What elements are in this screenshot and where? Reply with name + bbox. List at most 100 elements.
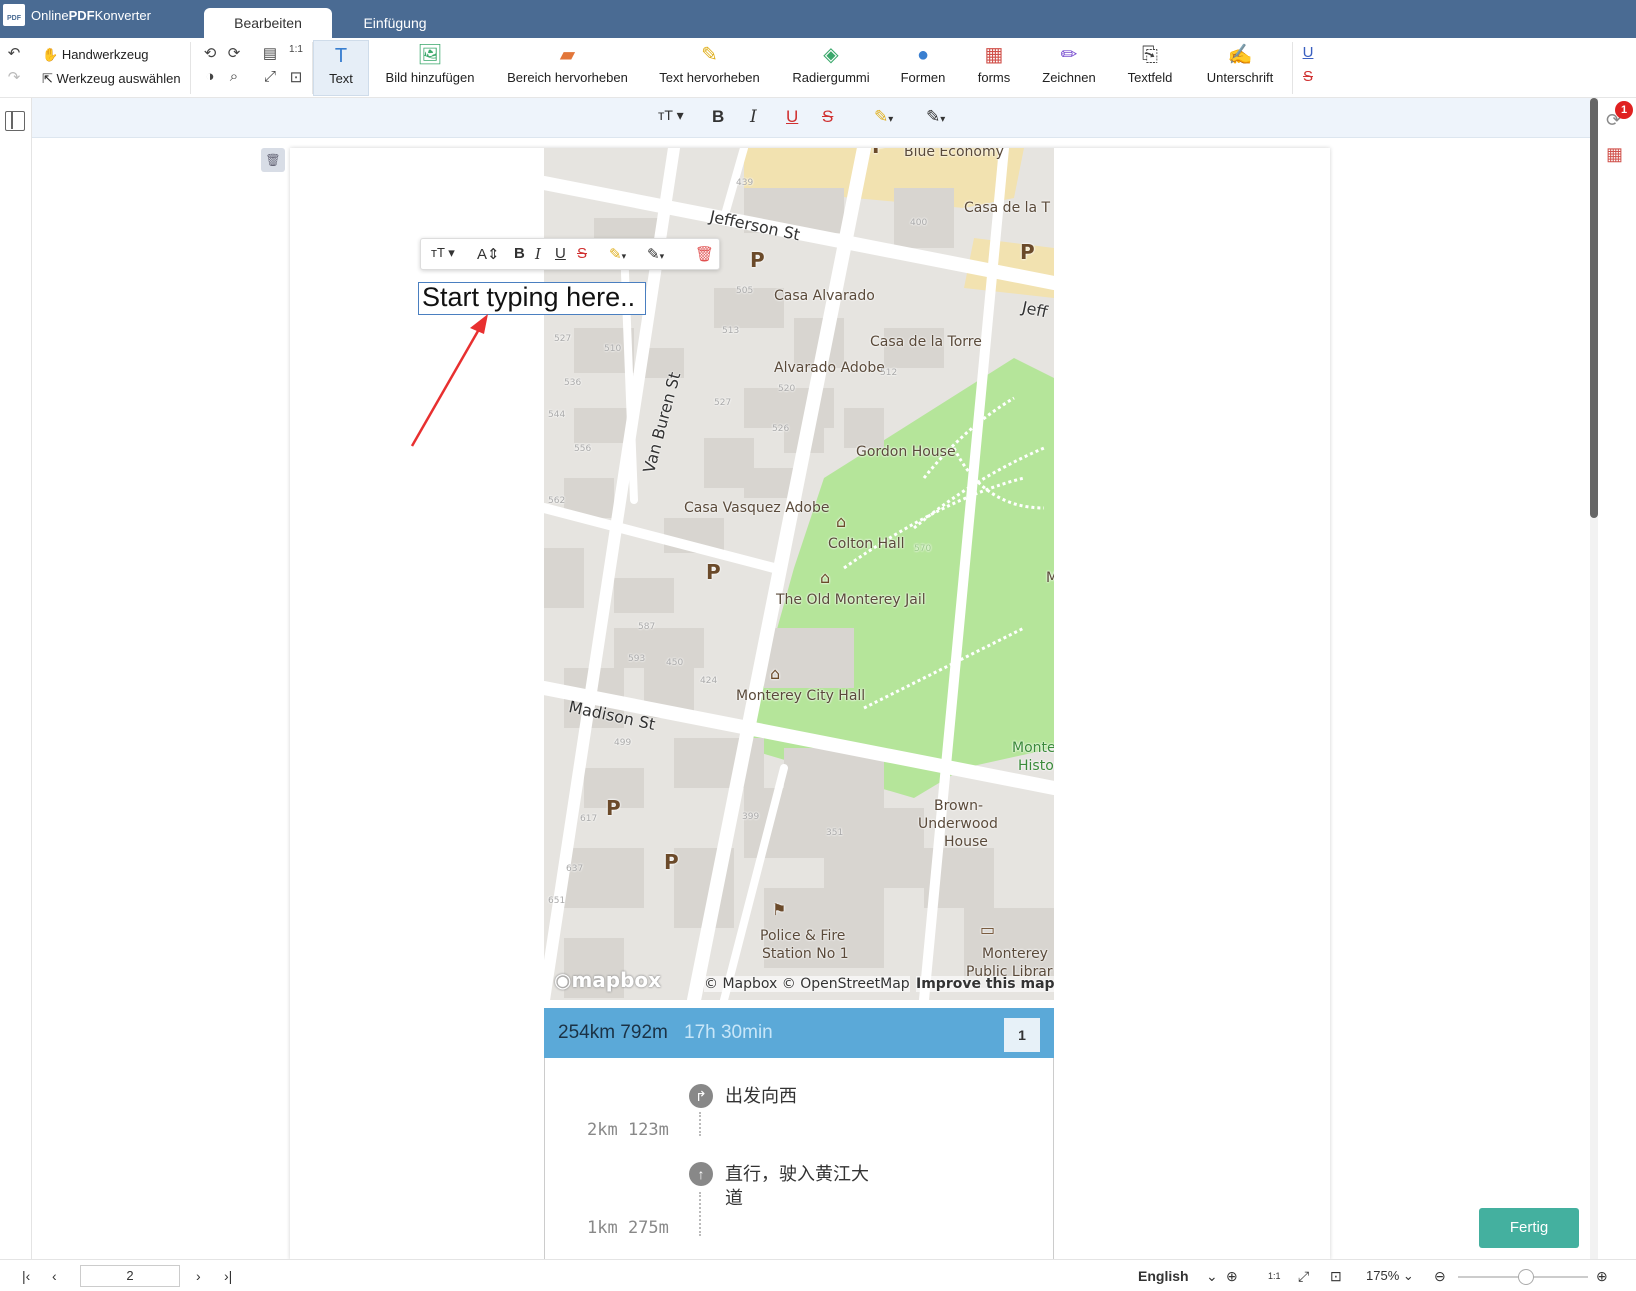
done-button[interactable]: Fertig bbox=[1479, 1208, 1579, 1248]
map-label-casa-de-la-torre: Casa de la Torre bbox=[870, 334, 982, 350]
delete-page-icon[interactable]: 🗑 bbox=[261, 148, 285, 172]
page-number-input[interactable]: 2 bbox=[80, 1265, 180, 1287]
tab-bearbeiten[interactable]: Bearbeiten bbox=[204, 8, 332, 38]
underline-icon[interactable]: U bbox=[1298, 44, 1318, 61]
zoom-in-icon[interactable]: ⊕ bbox=[1596, 1268, 1608, 1285]
parking-icon: P bbox=[664, 850, 679, 874]
map-label-blue-economy: Blue Economy bbox=[904, 148, 1004, 160]
hand-icon: ✋ bbox=[42, 47, 59, 62]
float-underline-button[interactable]: U bbox=[555, 245, 566, 262]
directions-list: ↱ 出发向西 2km 123m ↑ 直行，驶入黄江大 道 1km 275m bbox=[544, 1058, 1054, 1260]
area-highlight-tool[interactable]: ▰ Bereich hervorheben bbox=[500, 40, 635, 96]
float-font-size-button[interactable]: ᴛT ▾ bbox=[431, 245, 455, 261]
float-highlight-button[interactable]: ✎▾ bbox=[609, 245, 626, 263]
next-page-icon[interactable]: › bbox=[196, 1268, 201, 1284]
float-font-button[interactable]: A⇕ bbox=[477, 245, 500, 263]
underline-button[interactable]: U bbox=[786, 107, 798, 127]
float-italic-button[interactable]: I bbox=[535, 245, 541, 263]
language-select[interactable]: English bbox=[1138, 1268, 1189, 1284]
map-label-police-fire: Police & Fire bbox=[760, 928, 846, 944]
parking-icon: P bbox=[1020, 240, 1035, 264]
select-tool-button[interactable]: ⇱ Werkzeug auswählen bbox=[42, 71, 181, 87]
building-number: 450 bbox=[666, 658, 684, 668]
map-label-casa-vasquez-adobe: Casa Vasquez Adobe bbox=[684, 500, 830, 516]
tab-einfuegung[interactable]: Einfügung bbox=[340, 8, 450, 38]
map-attribution[interactable]: © Mapbox © OpenStreetMap bbox=[704, 976, 910, 992]
building-number: 570 bbox=[914, 544, 932, 554]
fire-station-icon: ⚑ bbox=[772, 900, 787, 919]
building-number: 513 bbox=[722, 326, 740, 336]
zoom-out-icon[interactable]: ⊖ bbox=[1434, 1268, 1446, 1285]
draw-tool[interactable]: ✏ Zeichnen bbox=[1038, 40, 1100, 96]
map-label-old-monterey-jail: The Old Monterey Jail bbox=[776, 592, 926, 608]
redo-icon[interactable]: ↷ bbox=[4, 68, 24, 86]
strikethrough-icon[interactable]: S bbox=[1298, 68, 1318, 85]
zoom-select[interactable]: 175% ⌄ bbox=[1366, 1268, 1414, 1284]
rotate-left-icon[interactable]: ⟲ bbox=[200, 44, 220, 62]
fit-width-icon[interactable]: ⤢ bbox=[1298, 1268, 1309, 1285]
text-tool[interactable]: T Text bbox=[313, 40, 369, 96]
strikethrough-button[interactable]: S bbox=[822, 107, 833, 127]
add-image-tool[interactable]: 🖼 Bild hinzufügen bbox=[380, 40, 480, 96]
float-strike-button[interactable]: S bbox=[577, 245, 587, 262]
rotate-right-icon[interactable]: ⟳ bbox=[224, 44, 244, 62]
signature-tool[interactable]: ✍ Unterschrift bbox=[1200, 40, 1280, 96]
map-label-histo: Histo bbox=[1018, 758, 1054, 774]
text-color-button[interactable]: ✎▾ bbox=[926, 107, 945, 127]
float-bold-button[interactable]: B bbox=[514, 245, 525, 262]
map-label-casa-alvarado: Casa Alvarado bbox=[774, 288, 875, 304]
forms-tool[interactable]: ▦ forms bbox=[968, 40, 1020, 96]
undo-icon[interactable]: ↶ bbox=[4, 44, 24, 62]
first-page-icon[interactable]: |‹ bbox=[22, 1268, 30, 1284]
italic-button[interactable]: I bbox=[750, 107, 757, 127]
float-text-color-button[interactable]: ✎▾ bbox=[647, 245, 664, 263]
text-color-icon: ✎ bbox=[647, 246, 660, 263]
forms-panel-icon[interactable]: ▦ bbox=[1606, 144, 1623, 165]
bold-button[interactable]: B bbox=[712, 107, 724, 127]
actual-size-icon[interactable]: 1:1 bbox=[1268, 1271, 1281, 1281]
step-instruction-cont: 道 bbox=[725, 1188, 743, 1209]
textfield-tool[interactable]: ⎘ Textfeld bbox=[1120, 40, 1180, 96]
notification-badge: 1 bbox=[1615, 101, 1633, 119]
fit-page-icon[interactable]: ⊡ bbox=[1330, 1268, 1342, 1285]
last-page-icon[interactable]: ›| bbox=[224, 1268, 232, 1284]
signature-icon: ✍ bbox=[1227, 44, 1253, 66]
actual-size-icon[interactable]: 1:1 bbox=[286, 44, 306, 55]
map-label-casa-de-la-t: Casa de la T bbox=[964, 200, 1051, 216]
sidebar-toggle-icon[interactable] bbox=[5, 111, 25, 131]
highlight-color-button[interactable]: ✎▾ bbox=[874, 107, 893, 127]
fit-page-icon[interactable]: ▤ bbox=[260, 44, 280, 62]
route-summary-bar: 254km 792m 17h 30min 1 bbox=[544, 1008, 1054, 1058]
building-number: 510 bbox=[604, 344, 622, 354]
area-highlight-icon: ▰ bbox=[559, 44, 576, 66]
map-label-monterey: Monterey bbox=[982, 946, 1048, 962]
language-dropdown-icon[interactable]: ⌄ bbox=[1206, 1268, 1218, 1285]
float-delete-icon[interactable]: 🗑 bbox=[695, 245, 714, 263]
shapes-tool[interactable]: ● Formen bbox=[895, 40, 951, 96]
fit-height-icon[interactable]: ⊡ bbox=[286, 68, 306, 86]
text-highlight-tool[interactable]: ✎ Text hervorheben bbox=[652, 40, 767, 96]
textfield-icon: ⎘ bbox=[1142, 44, 1158, 66]
building-number: 505 bbox=[736, 286, 754, 296]
font-size-button[interactable]: ᴛT ▾ bbox=[658, 107, 684, 124]
route-index-badge[interactable]: 1 bbox=[1004, 1018, 1040, 1052]
prev-page-icon[interactable]: ‹ bbox=[52, 1268, 57, 1284]
building-number: 617 bbox=[580, 814, 598, 824]
zoom-slider-knob[interactable] bbox=[1518, 1269, 1534, 1285]
building-number: 593 bbox=[628, 654, 646, 664]
search-icon[interactable]: ⌕ bbox=[224, 68, 244, 85]
building-number: 637 bbox=[566, 864, 584, 874]
improve-map-link[interactable]: Improve this map bbox=[916, 976, 1054, 992]
scrollbar-thumb[interactable] bbox=[1590, 98, 1598, 518]
text-box-icon: T bbox=[334, 45, 348, 67]
fit-width-icon[interactable]: ⤢ bbox=[260, 68, 280, 85]
title-bar: PDF OnlinePDFKonverter Bearbeiten Einfüg… bbox=[0, 0, 1636, 38]
contrast-icon[interactable]: ◑ bbox=[200, 68, 220, 85]
globe-icon[interactable]: ⊕ bbox=[1226, 1268, 1238, 1285]
text-format-popover: ᴛT ▾ A⇕ B I U S ✎▾ ✎▾ 🗑 bbox=[420, 238, 720, 270]
eraser-tool[interactable]: ◈ Radiergummi bbox=[788, 40, 874, 96]
building-number: 399 bbox=[742, 812, 760, 822]
parking-icon: P bbox=[750, 248, 765, 272]
building-number: 512 bbox=[880, 368, 898, 378]
hand-tool-button[interactable]: ✋ Handwerkzeug bbox=[42, 47, 149, 63]
